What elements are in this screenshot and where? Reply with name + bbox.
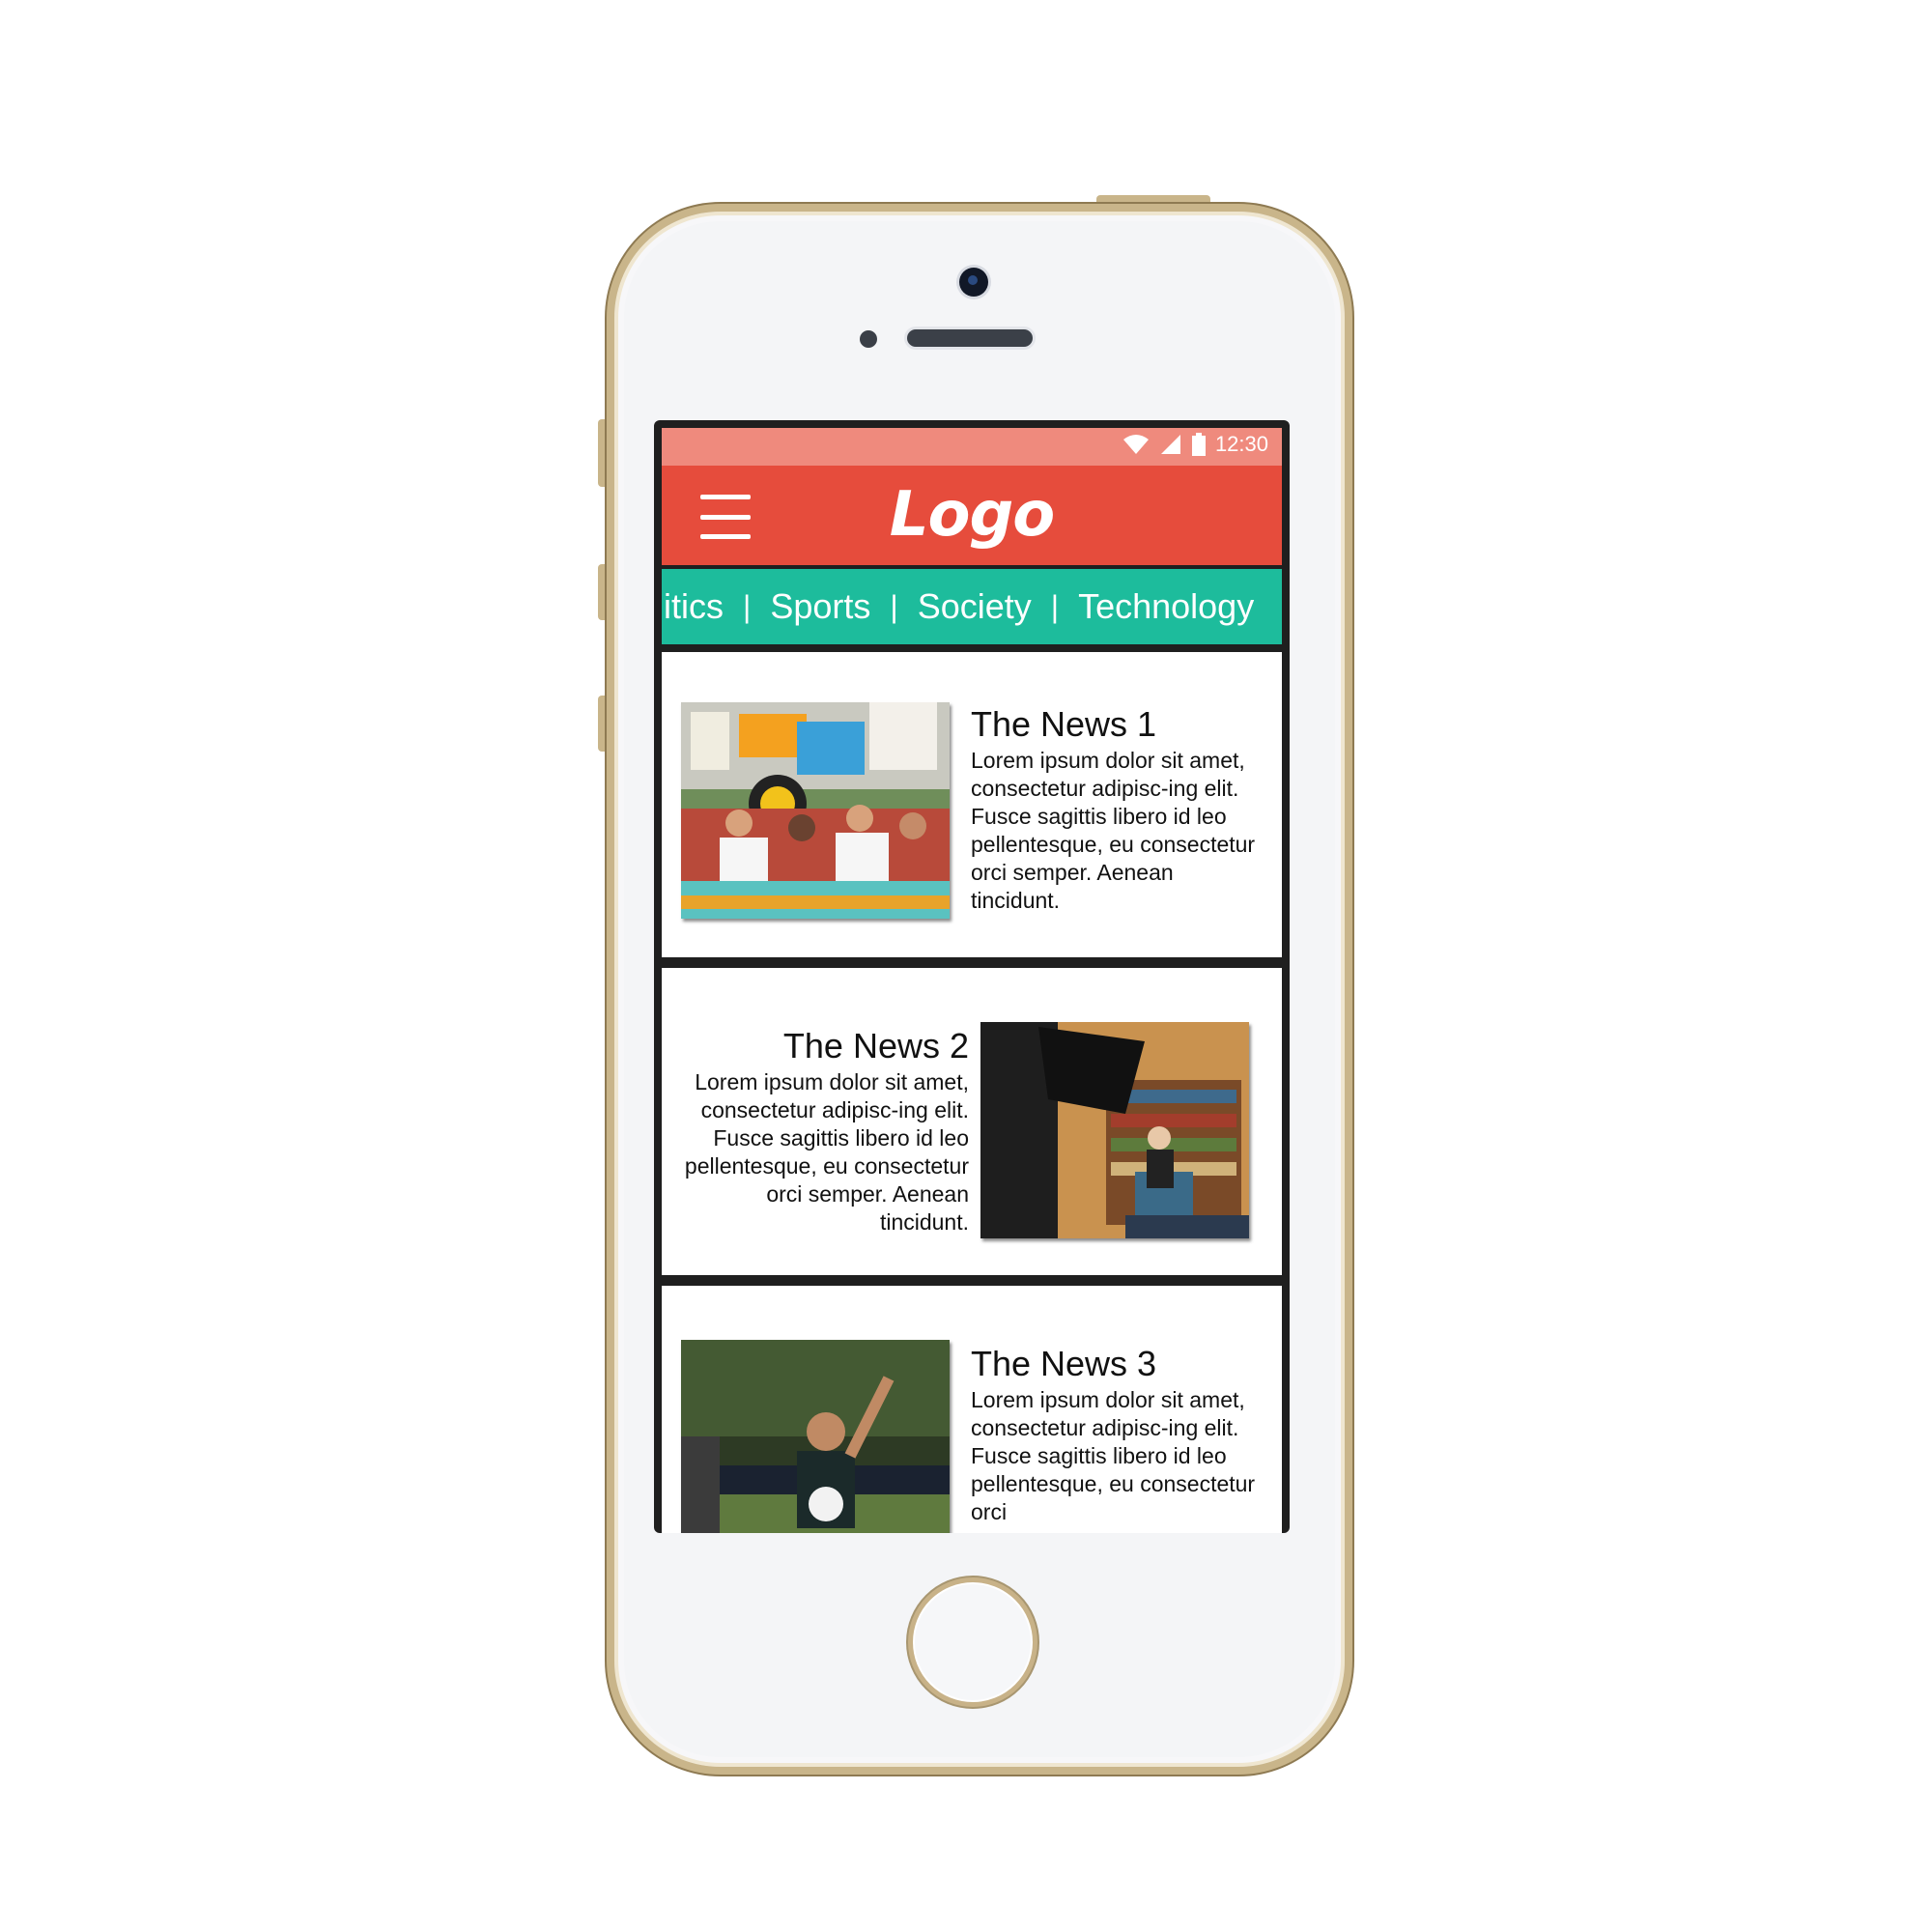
news-3-photo[interactable]	[681, 1340, 950, 1533]
tab-politics[interactable]: olitics	[662, 586, 731, 627]
news-summary: Lorem ipsum dolor sit amet, consectetur …	[971, 748, 1256, 913]
news-card-3[interactable]: The News 3 Lorem ipsum dolor sit amet, c…	[662, 1286, 1282, 1533]
tab-separator: |	[743, 588, 752, 624]
tab-separator: |	[890, 588, 898, 624]
news-1-photo[interactable]	[681, 702, 950, 919]
status-time: 12:30	[1214, 432, 1268, 456]
news-title[interactable]: The News 3	[971, 1344, 1261, 1384]
news-2-photo[interactable]	[980, 1022, 1249, 1238]
news-summary: Lorem ipsum dolor sit amet, consectetur …	[684, 1069, 969, 1235]
proximity-sensor	[860, 330, 877, 348]
status-bar: 12:30	[662, 428, 1282, 466]
news-card-1[interactable]: The News 1 Lorem ipsum dolor sit amet, c…	[662, 652, 1282, 957]
earpiece-speaker	[907, 329, 1033, 347]
app-bar: Logo	[662, 466, 1282, 565]
news-summary: Lorem ipsum dolor sit amet, consectetur …	[971, 1387, 1256, 1524]
home-button[interactable]	[908, 1577, 1037, 1707]
battery-icon	[1191, 433, 1206, 456]
tab-sports[interactable]: Sports	[762, 586, 878, 627]
news-title[interactable]: The News 2	[681, 1026, 969, 1066]
signal-icon	[1160, 435, 1180, 454]
tab-separator: |	[1050, 588, 1060, 624]
phone-screen: 12:30 Logo olitics | Sports | Society | …	[654, 420, 1290, 1533]
tab-society[interactable]: Society	[910, 586, 1039, 627]
news-title[interactable]: The News 1	[971, 704, 1261, 745]
category-tabs: olitics | Sports | Society | Technology	[662, 569, 1282, 644]
tab-technology[interactable]: Technology	[1070, 586, 1262, 627]
front-camera	[959, 268, 988, 297]
wifi-icon	[1122, 435, 1149, 454]
app-logo: Logo	[889, 479, 1056, 551]
news-card-2[interactable]: The News 2 Lorem ipsum dolor sit amet, c…	[662, 968, 1282, 1275]
